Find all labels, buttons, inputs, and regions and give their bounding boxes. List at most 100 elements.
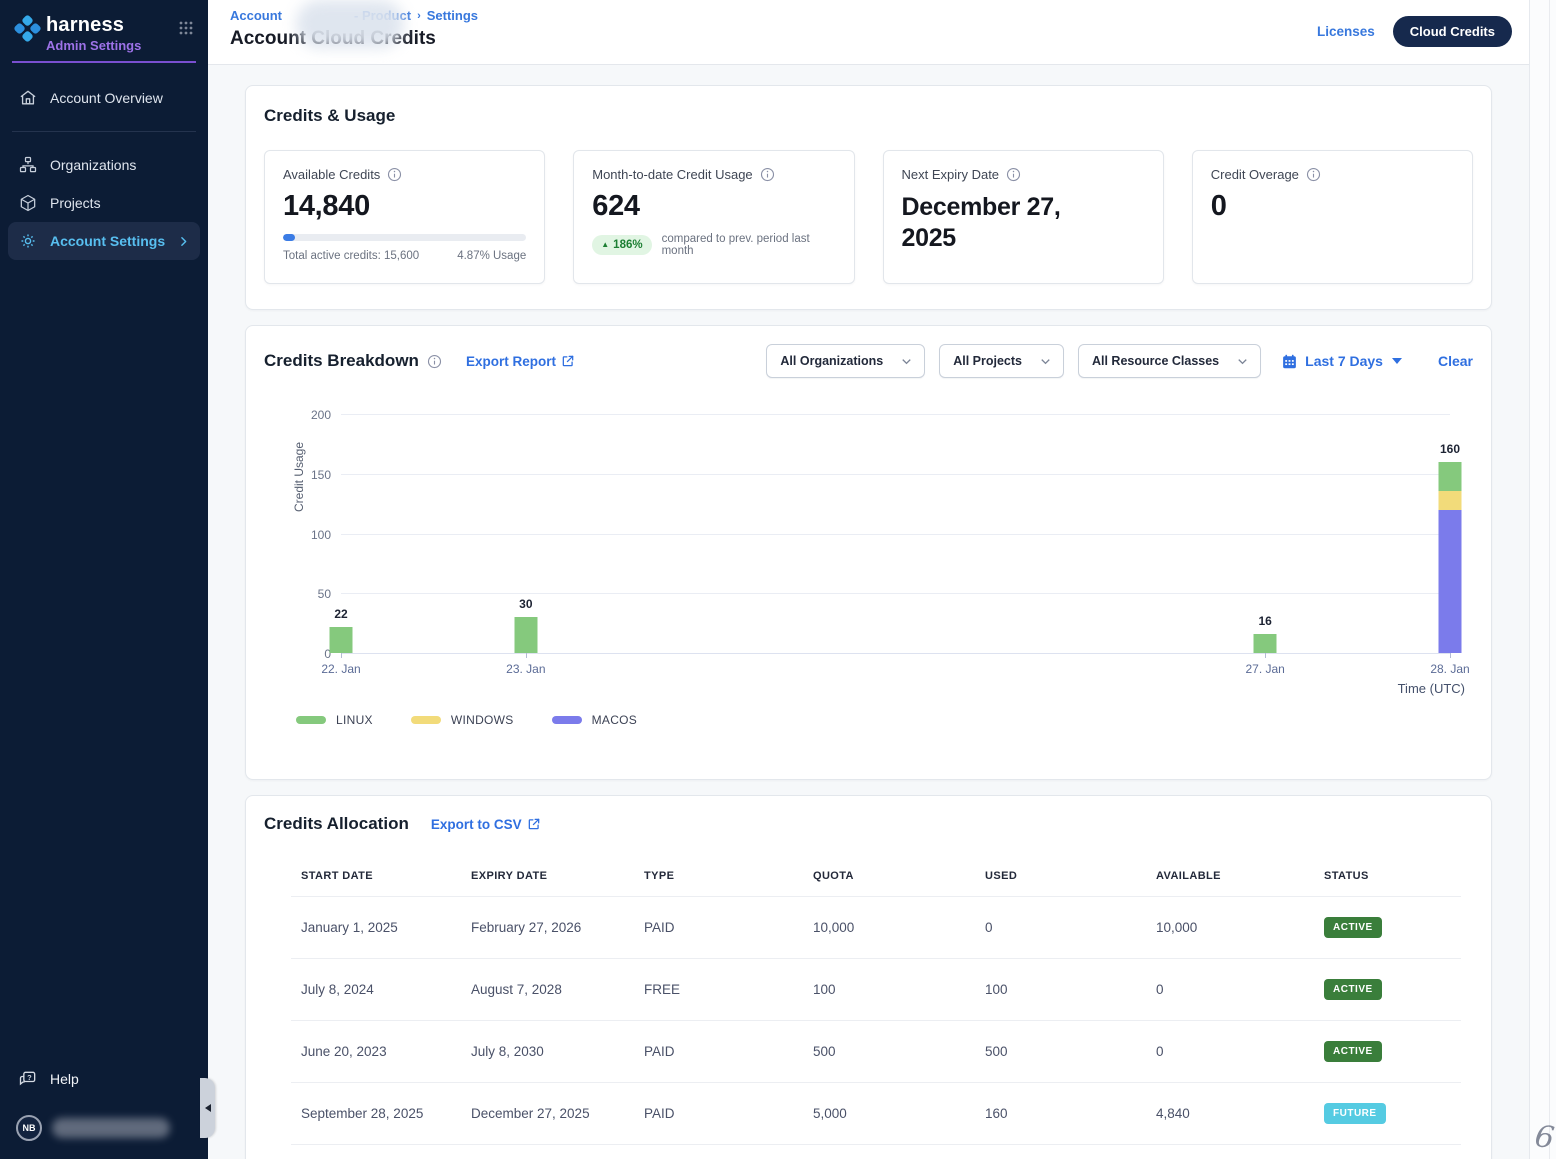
legend-item-macos[interactable]: MACOS [552, 713, 638, 727]
brand-underline [12, 61, 196, 63]
info-icon[interactable] [387, 167, 402, 182]
usage-percent: 4.87% Usage [457, 250, 526, 262]
user-profile[interactable]: NB [0, 1099, 208, 1149]
bar-segment-windows [1439, 491, 1462, 510]
table-cell: PAID [634, 897, 803, 959]
export-csv-link[interactable]: Export to CSV [431, 817, 541, 832]
info-icon[interactable] [1306, 167, 1321, 182]
triangle-up-icon: ▲ [601, 241, 609, 249]
sidebar-item-account-settings[interactable]: Account Settings [8, 222, 200, 260]
legend-swatch [552, 716, 582, 724]
legend-label: WINDOWS [451, 713, 514, 727]
table-cell: June 20, 2023 [291, 1021, 461, 1083]
bar-28-jan[interactable] [1439, 462, 1462, 653]
legend-item-windows[interactable]: WINDOWS [411, 713, 514, 727]
bar-value-label: 30 [496, 597, 556, 611]
sidebar-item-label: Projects [50, 195, 101, 211]
status-badge: FUTURE [1324, 1103, 1386, 1124]
info-icon[interactable] [1006, 167, 1021, 182]
column-header-status: STATUS [1314, 862, 1461, 897]
app-grid-icon[interactable] [178, 20, 194, 36]
breadcrumb-settings[interactable]: Settings [427, 8, 478, 23]
y-tick-label: 0 [291, 647, 331, 661]
chevron-down-icon [1235, 354, 1250, 369]
sidebar-item-projects[interactable]: Projects [8, 184, 200, 222]
bar-segment-macos [1439, 510, 1462, 653]
cube-icon [18, 193, 38, 213]
x-tick-label: 27. Jan [1230, 662, 1300, 676]
sidebar-item-account-overview[interactable]: Account Overview [8, 79, 200, 117]
scrollbar-track[interactable] [1529, 0, 1556, 1159]
date-range-picker[interactable]: Last 7 Days [1281, 353, 1402, 370]
gridline-200 [341, 414, 1450, 415]
next-expiry-card: Next Expiry Date December 27, 2025 [883, 150, 1164, 284]
help-button[interactable]: ? Help [0, 1059, 208, 1099]
sidebar-item-organizations[interactable]: Organizations [8, 146, 200, 184]
credits-breakdown-chart: Credit Usage 0501001502002222. Jan3023. … [264, 394, 1473, 699]
gridline-100 [341, 534, 1450, 535]
credits-progress-bar [283, 234, 526, 241]
help-icon: ? [18, 1069, 38, 1089]
select-value: All Organizations [780, 354, 883, 368]
bar-22-jan[interactable] [330, 627, 353, 653]
chevron-down-icon [1038, 354, 1053, 369]
calendar-icon [1281, 353, 1298, 370]
table-cell: 100 [803, 959, 975, 1021]
bar-23-jan[interactable] [514, 617, 537, 653]
clear-filters-link[interactable]: Clear [1438, 353, 1473, 369]
x-tick-label: 23. Jan [491, 662, 561, 676]
page-header: Account - Product › Settings Account Clo… [208, 0, 1556, 65]
table-cell: February 27, 2026 [461, 897, 634, 959]
breadcrumb-separator-icon: › [417, 10, 421, 22]
total-active-credits: Total active credits: 15,600 [283, 250, 419, 262]
legend-swatch [411, 716, 441, 724]
cloud-credits-button[interactable]: Cloud Credits [1393, 16, 1512, 47]
external-link-icon [527, 817, 541, 831]
org-icon [18, 155, 38, 175]
column-header-expiry-date: EXPIRY DATE [461, 862, 634, 897]
sidebar-collapse-handle[interactable] [200, 1078, 215, 1138]
legend-label: LINUX [336, 713, 373, 727]
table-row: September 28, 2025December 27, 2025PAID5… [291, 1083, 1461, 1145]
select-value: All Resource Classes [1092, 354, 1219, 368]
export-report-link[interactable]: Export Report [466, 354, 575, 369]
status-badge: ACTIVE [1324, 1041, 1382, 1062]
table-cell: PAID [634, 1021, 803, 1083]
table-cell: 0 [1146, 959, 1314, 1021]
available-credits-card: Available Credits 14,840 Total active cr… [264, 150, 545, 284]
filter-select-all-resource-classes[interactable]: All Resource Classes [1078, 344, 1261, 378]
column-header-start-date: START DATE [291, 862, 461, 897]
delta-badge: ▲186% [592, 235, 651, 255]
table-cell: PAID [634, 1083, 803, 1145]
external-link-icon [561, 354, 575, 368]
filter-select-all-organizations[interactable]: All Organizations [766, 344, 925, 378]
table-cell: 500 [975, 1021, 1146, 1083]
y-tick-label: 150 [291, 468, 331, 482]
legend-item-linux[interactable]: LINUX [296, 713, 373, 727]
scrollbar-divider [1549, 0, 1550, 1159]
licenses-link[interactable]: Licenses [1317, 24, 1375, 39]
mtd-usage-card: Month-to-date Credit Usage 624 ▲186% com… [573, 150, 854, 284]
x-tick [526, 653, 527, 658]
svg-text:?: ? [27, 1073, 32, 1082]
bar-value-label: 22 [311, 607, 371, 621]
info-icon[interactable] [760, 167, 775, 182]
available-credits-value: 14,840 [283, 190, 526, 223]
x-tick [341, 653, 342, 658]
bar-27-jan[interactable] [1254, 634, 1277, 653]
table-cell: August 7, 2028 [461, 959, 634, 1021]
breadcrumb-product[interactable]: - Product [354, 8, 411, 23]
next-expiry-value: December 27, 2025 [902, 192, 1117, 254]
table-cell: ACTIVE [1314, 1021, 1461, 1083]
y-tick-label: 50 [291, 587, 331, 601]
table-cell: December 27, 2025 [461, 1083, 634, 1145]
breadcrumb-account[interactable]: Account [230, 8, 282, 23]
info-icon[interactable] [427, 354, 442, 369]
avatar[interactable]: NB [16, 1115, 42, 1141]
app-root: harness Admin Settings Account OverviewO… [0, 0, 1556, 1159]
filter-select-all-projects[interactable]: All Projects [939, 344, 1064, 378]
gridline-150 [341, 474, 1450, 475]
module-subtitle: Admin Settings [46, 38, 178, 53]
delta-note: compared to prev. period last month [662, 233, 836, 257]
table-cell: July 8, 2030 [461, 1021, 634, 1083]
